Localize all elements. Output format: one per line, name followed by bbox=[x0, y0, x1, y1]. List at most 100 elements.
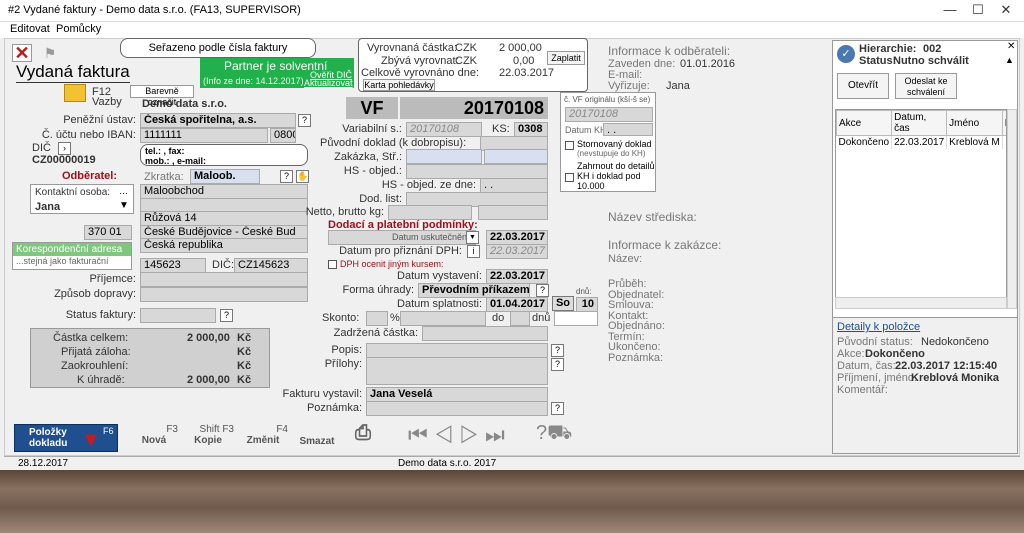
arrow-down-icon: ▼ bbox=[81, 429, 101, 451]
help-icon[interactable]: ? bbox=[280, 170, 293, 183]
recipient-field[interactable] bbox=[140, 272, 308, 287]
window-title: #2 Vydané faktury - Demo data s.r.o. (FA… bbox=[8, 4, 301, 16]
chevron-down-icon[interactable]: ▼ bbox=[119, 200, 129, 211]
sorted-bubble: Seřazeno podle čísla faktury bbox=[120, 38, 316, 58]
menu-edit[interactable]: Editovat bbox=[10, 23, 50, 35]
payment-method-field[interactable]: Převodním příkazem bbox=[418, 283, 530, 298]
approval-table[interactable]: AkceDatum, časJménoKo Dokončeno22.03.201… bbox=[835, 109, 1007, 309]
partner-status-badge[interactable]: Partner je solventní (Info ze dne: 14.12… bbox=[200, 58, 354, 88]
country-field[interactable]: Česká republika bbox=[140, 238, 308, 253]
page-title: Vydaná faktura bbox=[16, 62, 130, 83]
collapse-icon[interactable]: ▲ bbox=[1005, 55, 1014, 65]
title-bar: #2 Vydané faktury - Demo data s.r.o. (FA… bbox=[0, 0, 1024, 22]
dic-value: CZ00000019 bbox=[32, 154, 96, 166]
center-field[interactable] bbox=[484, 149, 548, 164]
due-date-field[interactable]: 01.04.2017 bbox=[486, 297, 548, 312]
pay-button[interactable]: Zaplatit bbox=[547, 51, 585, 65]
short-name-field[interactable]: Maloob. bbox=[190, 169, 260, 184]
ic-field[interactable]: 145623 bbox=[140, 258, 206, 273]
customer-name-field[interactable]: Maloobchod bbox=[140, 184, 308, 199]
note-field[interactable] bbox=[366, 401, 548, 416]
menu-help[interactable]: Pomůcky bbox=[56, 23, 101, 35]
color-mark-button[interactable]: Barevně označit bbox=[130, 85, 194, 107]
help-icon[interactable]: ? bbox=[536, 284, 549, 297]
zip-field[interactable]: 370 01 bbox=[84, 225, 132, 240]
original-vf-panel: č. VF originálu (kší-š se) 20170108 Datu… bbox=[560, 92, 656, 192]
contact-bubble: tel.: , fax: mob.: , e-mail: bbox=[140, 144, 308, 166]
help-icon[interactable]: ? bbox=[551, 344, 564, 357]
help-icon[interactable]: ? bbox=[551, 402, 564, 415]
dph-date-field[interactable]: 22.03.2017 bbox=[486, 244, 548, 259]
issue-date-field[interactable]: 22.03.2017 bbox=[486, 269, 548, 284]
card-button[interactable]: Karta pohledávky bbox=[363, 79, 435, 91]
retained-field[interactable] bbox=[422, 326, 548, 341]
help-icon[interactable]: ? bbox=[551, 358, 564, 371]
edit-button[interactable]: F4 Změnit bbox=[238, 424, 288, 452]
original-vf-field[interactable]: 20170108 bbox=[565, 107, 653, 122]
company-name: Demo data s.r.o. bbox=[142, 98, 227, 110]
navigation-icons[interactable]: ⏮◁▷⏭ bbox=[408, 422, 528, 452]
close-icon[interactable]: ✕ bbox=[992, 0, 1020, 20]
help-tools-icon[interactable]: ?⛟ bbox=[536, 422, 590, 452]
variable-symbol-field[interactable]: 20170108 bbox=[406, 122, 482, 137]
days-field[interactable]: 10 bbox=[576, 297, 598, 312]
issued-by-field[interactable]: Jana Veselá bbox=[366, 387, 548, 402]
invoice-status-field[interactable] bbox=[140, 308, 216, 323]
skonto-days-field[interactable] bbox=[554, 311, 598, 326]
flag-icon[interactable]: ⚑ bbox=[40, 44, 60, 62]
include-kh-checkbox[interactable] bbox=[565, 173, 574, 182]
contact-person-box: Kontaktní osoba: Jana … ▼ bbox=[30, 184, 134, 214]
brutto-field[interactable] bbox=[478, 205, 548, 220]
skonto-amount-field[interactable] bbox=[400, 311, 486, 326]
chevron-down-icon[interactable]: ▼ bbox=[466, 231, 479, 244]
more-icon[interactable]: … bbox=[119, 186, 128, 196]
kh-date-field[interactable]: . . bbox=[603, 123, 653, 136]
correspondence-box[interactable]: Korespondenční adresa ...stejná jako fak… bbox=[12, 242, 132, 270]
col-jmeno[interactable]: Jméno bbox=[946, 110, 1003, 136]
other-rate-checkbox[interactable] bbox=[328, 260, 337, 269]
attachments-field[interactable] bbox=[366, 357, 548, 385]
doc-type: VF bbox=[346, 97, 398, 119]
vertical-scrollbar[interactable] bbox=[1007, 109, 1017, 309]
maximize-icon[interactable]: ☐ bbox=[964, 0, 992, 20]
links-icon[interactable] bbox=[64, 84, 86, 102]
info-icon[interactable]: i bbox=[467, 245, 480, 258]
open-button[interactable]: Otevřít bbox=[837, 73, 889, 99]
hs-order-field[interactable] bbox=[406, 164, 548, 179]
approval-panel: ✓ Hierarchie: 002 Status: Nutno schválit… bbox=[832, 40, 1018, 454]
update-link[interactable]: Aktualizovat bbox=[304, 78, 353, 88]
close-form-icon[interactable]: ✕ bbox=[12, 44, 32, 62]
help-icon[interactable]: ? bbox=[298, 114, 311, 127]
bank-field[interactable]: Česká spořitelna, a.s. bbox=[140, 113, 296, 128]
detail-panel: Detaily k položce Původní status: Nedoko… bbox=[833, 317, 1017, 453]
delete-button[interactable]: Smazat bbox=[292, 424, 342, 452]
transport-field[interactable] bbox=[140, 287, 308, 302]
send-approval-button[interactable]: Odeslat ke schválení bbox=[895, 73, 957, 99]
description-field[interactable] bbox=[366, 343, 548, 358]
totals-panel: Částka celkem: 2 000,00 Kč Přijatá záloh… bbox=[30, 328, 270, 388]
uskut-select[interactable]: Datum uskutečnění: bbox=[328, 230, 476, 245]
items-button[interactable]: Položky dokladu F6 ▼ bbox=[14, 424, 118, 452]
netto-field[interactable] bbox=[388, 205, 472, 220]
order-field[interactable] bbox=[406, 149, 482, 164]
minimize-icon[interactable]: — bbox=[936, 0, 964, 20]
new-button[interactable]: F3 Nová bbox=[130, 424, 178, 452]
help-icon[interactable]: ? bbox=[220, 309, 233, 322]
skonto-field[interactable] bbox=[366, 311, 388, 326]
uskut-date-field[interactable]: 22.03.2017 bbox=[486, 230, 548, 245]
horizontal-scrollbar[interactable] bbox=[835, 297, 1007, 309]
table-row[interactable]: Dokončeno 22.03.2017 Kreblová M bbox=[836, 135, 1006, 149]
storno-checkbox[interactable] bbox=[565, 141, 574, 150]
ks-field[interactable]: 0308 bbox=[514, 122, 548, 137]
customer-dic-field[interactable]: CZ145623 bbox=[234, 258, 308, 273]
copy-button[interactable]: Shift F3 Kopie bbox=[182, 424, 234, 452]
hs-date-field[interactable]: . . bbox=[480, 178, 548, 193]
col-datum[interactable]: Datum, čas bbox=[891, 110, 948, 136]
street-field[interactable]: Růžová 14 bbox=[140, 211, 308, 226]
skonto-date-field[interactable] bbox=[510, 311, 530, 326]
col-akce[interactable]: Akce bbox=[836, 110, 893, 136]
print-icon[interactable]: ⎙ bbox=[346, 422, 380, 450]
bank-code-field[interactable]: 0800 bbox=[270, 128, 296, 143]
account-field[interactable]: 1111111 bbox=[140, 128, 268, 143]
close-icon[interactable]: ✕ bbox=[1007, 41, 1015, 52]
